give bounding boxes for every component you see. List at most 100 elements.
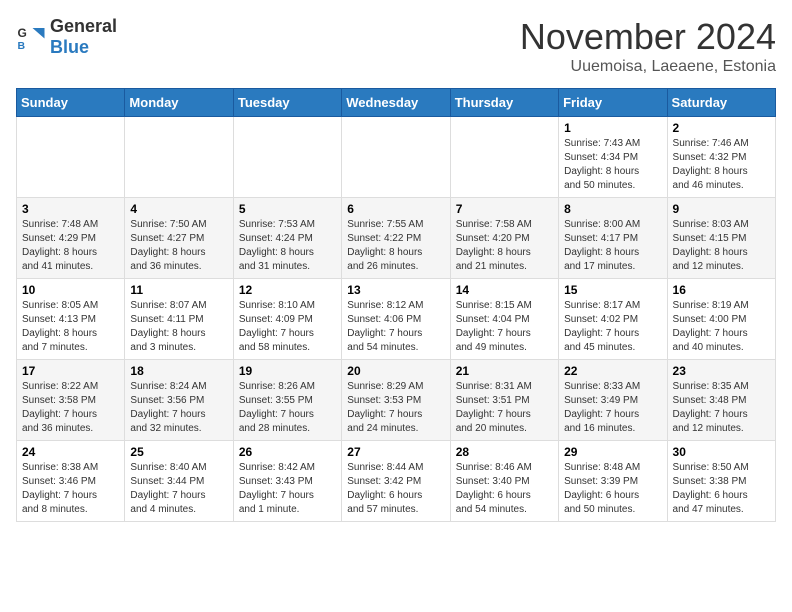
calendar-cell xyxy=(342,117,450,198)
calendar-table: SundayMondayTuesdayWednesdayThursdayFrid… xyxy=(16,88,776,522)
day-number: 5 xyxy=(239,202,336,216)
day-number: 28 xyxy=(456,445,553,459)
day-number: 26 xyxy=(239,445,336,459)
calendar-cell: 15Sunrise: 8:17 AM Sunset: 4:02 PM Dayli… xyxy=(559,279,667,360)
day-info: Sunrise: 7:48 AM Sunset: 4:29 PM Dayligh… xyxy=(22,218,119,274)
day-info: Sunrise: 8:31 AM Sunset: 3:51 PM Dayligh… xyxy=(456,380,553,436)
day-number: 2 xyxy=(673,121,770,135)
calendar-week-row: 17 Sunrise: 8:22 AM Sunset: 3:58 PM Dayli… xyxy=(17,360,776,441)
day-number: 23 xyxy=(673,364,770,378)
day-info: Sunrise: 8:07 AM Sunset: 4:11 PM Dayligh… xyxy=(130,299,227,355)
calendar-week-row: 10Sunrise: 8:05 AM Sunset: 4:13 PM Dayli… xyxy=(17,279,776,360)
location-subtitle: Uuemoisa, Laeaene, Estonia xyxy=(520,58,776,76)
day-number: 3 xyxy=(22,202,119,216)
calendar-cell: 21 Sunrise: 8:31 AM Sunset: 3:51 PM Dayli… xyxy=(450,360,558,441)
calendar-cell: 13Sunrise: 8:12 AM Sunset: 4:06 PM Dayli… xyxy=(342,279,450,360)
day-number: 22 xyxy=(564,364,661,378)
day-info: Sunrise: 8:38 AM Sunset: 3:46 PM Dayligh… xyxy=(22,461,119,517)
calendar-cell: 8Sunrise: 8:00 AM Sunset: 4:17 PM Daylig… xyxy=(559,198,667,279)
calendar-cell: 6 Sunrise: 7:55 AM Sunset: 4:22 PM Daylig… xyxy=(342,198,450,279)
weekday-header-monday: Monday xyxy=(125,89,233,117)
day-info: Sunrise: 8:48 AM Sunset: 3:39 PM Dayligh… xyxy=(564,461,661,517)
weekday-header-saturday: Saturday xyxy=(667,89,775,117)
calendar-cell: 18 Sunrise: 8:24 AM Sunset: 3:56 PM Dayli… xyxy=(125,360,233,441)
svg-text:G: G xyxy=(18,26,27,40)
day-number: 1 xyxy=(564,121,661,135)
day-info: Sunrise: 8:50 AM Sunset: 3:38 PM Dayligh… xyxy=(673,461,770,517)
calendar-week-row: 1 Sunrise: 7:43 AM Sunset: 4:34 PM Daylig… xyxy=(17,117,776,198)
logo-general: General xyxy=(50,16,117,36)
calendar-cell xyxy=(233,117,341,198)
calendar-cell: 10Sunrise: 8:05 AM Sunset: 4:13 PM Dayli… xyxy=(17,279,125,360)
weekday-header-thursday: Thursday xyxy=(450,89,558,117)
day-info: Sunrise: 8:19 AM Sunset: 4:00 PM Dayligh… xyxy=(673,299,770,355)
day-info: Sunrise: 8:15 AM Sunset: 4:04 PM Dayligh… xyxy=(456,299,553,355)
day-info: Sunrise: 8:00 AM Sunset: 4:17 PM Dayligh… xyxy=(564,218,661,274)
calendar-cell: 3 Sunrise: 7:48 AM Sunset: 4:29 PM Daylig… xyxy=(17,198,125,279)
calendar-cell: 20 Sunrise: 8:29 AM Sunset: 3:53 PM Dayli… xyxy=(342,360,450,441)
calendar-cell: 14 Sunrise: 8:15 AM Sunset: 4:04 PM Dayli… xyxy=(450,279,558,360)
weekday-header-friday: Friday xyxy=(559,89,667,117)
day-number: 7 xyxy=(456,202,553,216)
day-number: 10 xyxy=(22,283,119,297)
calendar-week-row: 24Sunrise: 8:38 AM Sunset: 3:46 PM Dayli… xyxy=(17,441,776,522)
day-number: 29 xyxy=(564,445,661,459)
day-number: 17 xyxy=(22,364,119,378)
calendar-cell: 7 Sunrise: 7:58 AM Sunset: 4:20 PM Daylig… xyxy=(450,198,558,279)
day-number: 6 xyxy=(347,202,444,216)
header: G B General Blue November 2024 Uuemoisa,… xyxy=(16,16,776,76)
weekday-header-tuesday: Tuesday xyxy=(233,89,341,117)
calendar-cell: 23 Sunrise: 8:35 AM Sunset: 3:48 PM Dayli… xyxy=(667,360,775,441)
calendar-cell: 4 Sunrise: 7:50 AM Sunset: 4:27 PM Daylig… xyxy=(125,198,233,279)
calendar-cell xyxy=(450,117,558,198)
day-number: 16 xyxy=(673,283,770,297)
calendar-cell: 9 Sunrise: 8:03 AM Sunset: 4:15 PM Daylig… xyxy=(667,198,775,279)
day-info: Sunrise: 8:03 AM Sunset: 4:15 PM Dayligh… xyxy=(673,218,770,274)
day-info: Sunrise: 8:22 AM Sunset: 3:58 PM Dayligh… xyxy=(22,380,119,436)
day-number: 27 xyxy=(347,445,444,459)
day-info: Sunrise: 8:44 AM Sunset: 3:42 PM Dayligh… xyxy=(347,461,444,517)
day-number: 30 xyxy=(673,445,770,459)
weekday-header-row: SundayMondayTuesdayWednesdayThursdayFrid… xyxy=(17,89,776,117)
day-number: 19 xyxy=(239,364,336,378)
logo-icon: G B xyxy=(16,22,46,52)
day-info: Sunrise: 7:58 AM Sunset: 4:20 PM Dayligh… xyxy=(456,218,553,274)
day-info: Sunrise: 8:12 AM Sunset: 4:06 PM Dayligh… xyxy=(347,299,444,355)
logo-blue: Blue xyxy=(50,37,89,57)
calendar-cell: 1 Sunrise: 7:43 AM Sunset: 4:34 PM Daylig… xyxy=(559,117,667,198)
title-area: November 2024 Uuemoisa, Laeaene, Estonia xyxy=(520,16,776,76)
weekday-header-sunday: Sunday xyxy=(17,89,125,117)
day-info: Sunrise: 8:26 AM Sunset: 3:55 PM Dayligh… xyxy=(239,380,336,436)
day-info: Sunrise: 8:33 AM Sunset: 3:49 PM Dayligh… xyxy=(564,380,661,436)
month-year-title: November 2024 xyxy=(520,16,776,58)
calendar-cell: 28Sunrise: 8:46 AM Sunset: 3:40 PM Dayli… xyxy=(450,441,558,522)
day-number: 14 xyxy=(456,283,553,297)
calendar-cell xyxy=(125,117,233,198)
day-info: Sunrise: 8:29 AM Sunset: 3:53 PM Dayligh… xyxy=(347,380,444,436)
calendar-week-row: 3 Sunrise: 7:48 AM Sunset: 4:29 PM Daylig… xyxy=(17,198,776,279)
calendar-cell: 27 Sunrise: 8:44 AM Sunset: 3:42 PM Dayli… xyxy=(342,441,450,522)
day-number: 18 xyxy=(130,364,227,378)
calendar-cell xyxy=(17,117,125,198)
calendar-cell: 29 Sunrise: 8:48 AM Sunset: 3:39 PM Dayli… xyxy=(559,441,667,522)
logo-wordmark: General Blue xyxy=(50,16,117,58)
day-info: Sunrise: 7:53 AM Sunset: 4:24 PM Dayligh… xyxy=(239,218,336,274)
logo: G B General Blue xyxy=(16,16,117,58)
day-info: Sunrise: 8:40 AM Sunset: 3:44 PM Dayligh… xyxy=(130,461,227,517)
calendar-cell: 22 Sunrise: 8:33 AM Sunset: 3:49 PM Dayli… xyxy=(559,360,667,441)
calendar-cell: 25 Sunrise: 8:40 AM Sunset: 3:44 PM Dayli… xyxy=(125,441,233,522)
calendar-cell: 26Sunrise: 8:42 AM Sunset: 3:43 PM Dayli… xyxy=(233,441,341,522)
day-number: 9 xyxy=(673,202,770,216)
day-number: 20 xyxy=(347,364,444,378)
day-info: Sunrise: 7:55 AM Sunset: 4:22 PM Dayligh… xyxy=(347,218,444,274)
day-number: 25 xyxy=(130,445,227,459)
day-number: 21 xyxy=(456,364,553,378)
day-info: Sunrise: 8:10 AM Sunset: 4:09 PM Dayligh… xyxy=(239,299,336,355)
day-info: Sunrise: 8:24 AM Sunset: 3:56 PM Dayligh… xyxy=(130,380,227,436)
calendar-cell: 17 Sunrise: 8:22 AM Sunset: 3:58 PM Dayli… xyxy=(17,360,125,441)
day-info: Sunrise: 7:50 AM Sunset: 4:27 PM Dayligh… xyxy=(130,218,227,274)
day-number: 4 xyxy=(130,202,227,216)
day-number: 11 xyxy=(130,283,227,297)
day-info: Sunrise: 7:43 AM Sunset: 4:34 PM Dayligh… xyxy=(564,137,661,193)
day-info: Sunrise: 8:35 AM Sunset: 3:48 PM Dayligh… xyxy=(673,380,770,436)
